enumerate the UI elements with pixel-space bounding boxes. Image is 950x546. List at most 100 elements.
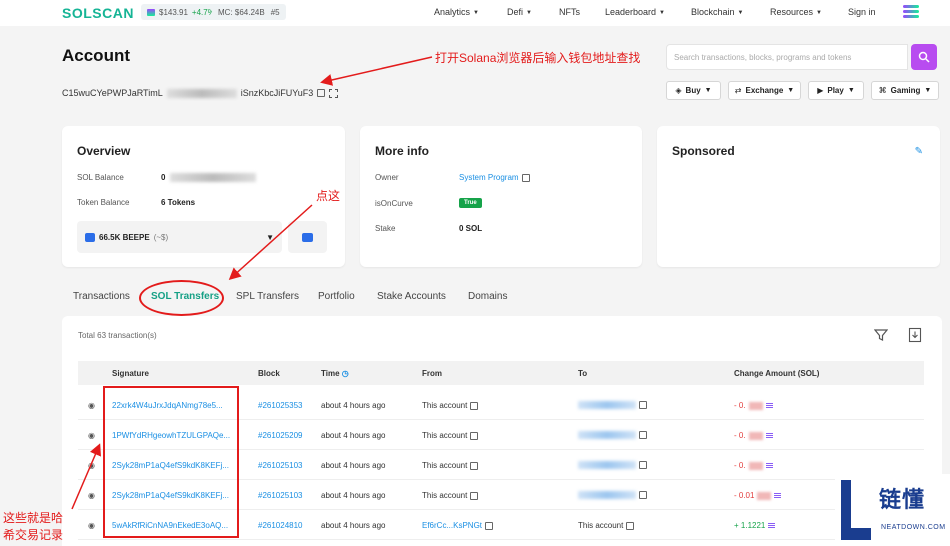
market-cap: MC: $64.24B [218,7,265,17]
chevron-down-icon: ▼ [659,9,665,16]
to-cell: This account [578,521,635,530]
chevron-down-icon: ▼ [816,9,822,16]
wallet-button[interactable] [288,221,327,253]
more-info-card: More info Owner System Program isOnCurve… [360,126,642,267]
amount-cell: + 1.1221 [734,521,776,530]
copy-icon[interactable] [317,89,326,97]
to-link[interactable] [578,431,647,439]
th-amount: Change Amount (SOL) [734,369,820,378]
tab-transactions[interactable]: Transactions [73,291,130,302]
block-link[interactable]: #261025103 [258,461,303,470]
copy-icon[interactable] [639,461,647,469]
solana-menu-icon[interactable] [903,5,919,19]
address-redacted [578,401,636,409]
th-to: To [578,369,588,378]
tab-domains[interactable]: Domains [468,291,507,302]
chevron-down-icon: ▼ [847,87,855,94]
balance-redacted [170,173,256,182]
on-curve-label: isOnCurve [375,199,413,208]
exchange-dropdown[interactable]: ⇄ Exchange ▼ [728,81,801,100]
tab-portfolio[interactable]: Portfolio [318,291,355,302]
play-dropdown[interactable]: ▶ Play ▼ [808,81,864,100]
annotation-ellipse [139,280,224,316]
qr-code-icon[interactable] [329,88,339,98]
time-cell: about 4 hours ago [321,401,386,410]
gaming-dropdown[interactable]: ⌘ Gaming ▼ [871,81,939,100]
token-select[interactable]: 66.5K BEEPE (~$) ▼ [77,221,282,253]
eye-icon[interactable]: ◉ [88,461,95,470]
block-link[interactable]: #261024810 [258,521,303,530]
nav-blockchain[interactable]: Blockchain ▼ [691,7,743,17]
copy-icon[interactable] [639,491,647,499]
from-cell: This account [422,431,479,440]
th-time[interactable]: Time ◷ [321,369,349,378]
owner-link[interactable]: System Program [459,173,530,182]
copy-icon[interactable] [626,521,635,530]
sol-price-chip: $143.91 +4.7% [141,4,221,20]
nav-resources[interactable]: Resources ▼ [770,7,822,17]
download-icon[interactable] [908,327,922,343]
filter-icon[interactable] [874,328,888,342]
nav-analytics[interactable]: Analytics ▼ [434,7,479,17]
more-info-title: More info [375,144,429,158]
copy-icon[interactable] [470,431,479,440]
solana-icon [774,492,782,499]
copy-icon[interactable] [470,461,479,470]
search-button[interactable] [911,44,937,70]
watermark: 链懂 NEATDOWN.COM [835,474,950,546]
amount-cell: - 0.01 [734,491,782,500]
th-block: Block [258,369,280,378]
th-signature: Signature [112,369,149,378]
sponsored-title: Sponsored [672,144,735,158]
eye-icon[interactable]: ◉ [88,521,95,530]
search-input[interactable]: Search transactions, blocks, programs an… [666,44,908,70]
tab-spl-transfers[interactable]: SPL Transfers [236,291,299,302]
eye-icon[interactable]: ◉ [88,431,95,440]
from-link[interactable]: Ef6rCc...KsPNGt [422,521,494,530]
copy-icon[interactable] [521,173,530,182]
copy-icon[interactable] [639,401,647,409]
amount-cell: - 0. [734,431,773,440]
to-link[interactable] [578,401,647,409]
solana-icon [147,8,155,16]
market-rank: #5 [270,7,280,17]
buy-dropdown[interactable]: ◈ Buy ▼ [666,81,721,100]
copy-icon[interactable] [470,491,479,500]
th-from: From [422,369,442,378]
watermark-title: 链懂 [879,487,926,512]
account-address: C15wuCYePWPJaRTimL iSnzKbcJiFUYuF3 [62,88,339,98]
address-end: iSnzKbcJiFUYuF3 [240,88,314,98]
annotation-records-line1: 这些就是哈 [3,511,64,525]
search-icon [918,51,930,63]
time-cell: about 4 hours ago [321,431,386,440]
block-link[interactable]: #261025209 [258,431,303,440]
eye-icon[interactable]: ◉ [88,491,95,500]
address-start: C15wuCYePWPJaRTimL [62,88,163,98]
nav-nfts[interactable]: NFTs [559,7,580,17]
chevron-down-icon: ▼ [526,9,532,16]
to-link[interactable] [578,461,647,469]
edit-icon[interactable]: ✎ [915,146,923,157]
address-redacted [166,88,237,98]
tab-stake-accounts[interactable]: Stake Accounts [377,291,446,302]
sponsored-card: Sponsored ✎ [657,126,940,267]
top-nav: SOLSCAN $143.91 +4.7% MC: $64.24B #5 Ana… [0,0,950,26]
copy-icon[interactable] [470,401,479,410]
copy-icon[interactable] [485,521,494,530]
nav-defi[interactable]: Defi ▼ [507,7,532,17]
annotation-box [103,386,239,538]
overview-title: Overview [77,144,131,158]
sol-price: $143.91 [159,7,188,17]
block-link[interactable]: #261025103 [258,491,303,500]
to-link[interactable] [578,491,647,499]
chevron-down-icon: ▼ [473,9,479,16]
annotation-click-here: 点这 [316,189,341,203]
block-link[interactable]: #261025353 [258,401,303,410]
clock-icon: ◷ [341,369,349,378]
solscan-logo[interactable]: SOLSCAN [62,5,134,21]
eye-icon[interactable]: ◉ [88,401,95,410]
nav-leaderboard[interactable]: Leaderboard ▼ [605,7,665,17]
nav-sign-in[interactable]: Sign in [848,7,876,17]
copy-icon[interactable] [639,431,647,439]
address-redacted [578,491,636,499]
